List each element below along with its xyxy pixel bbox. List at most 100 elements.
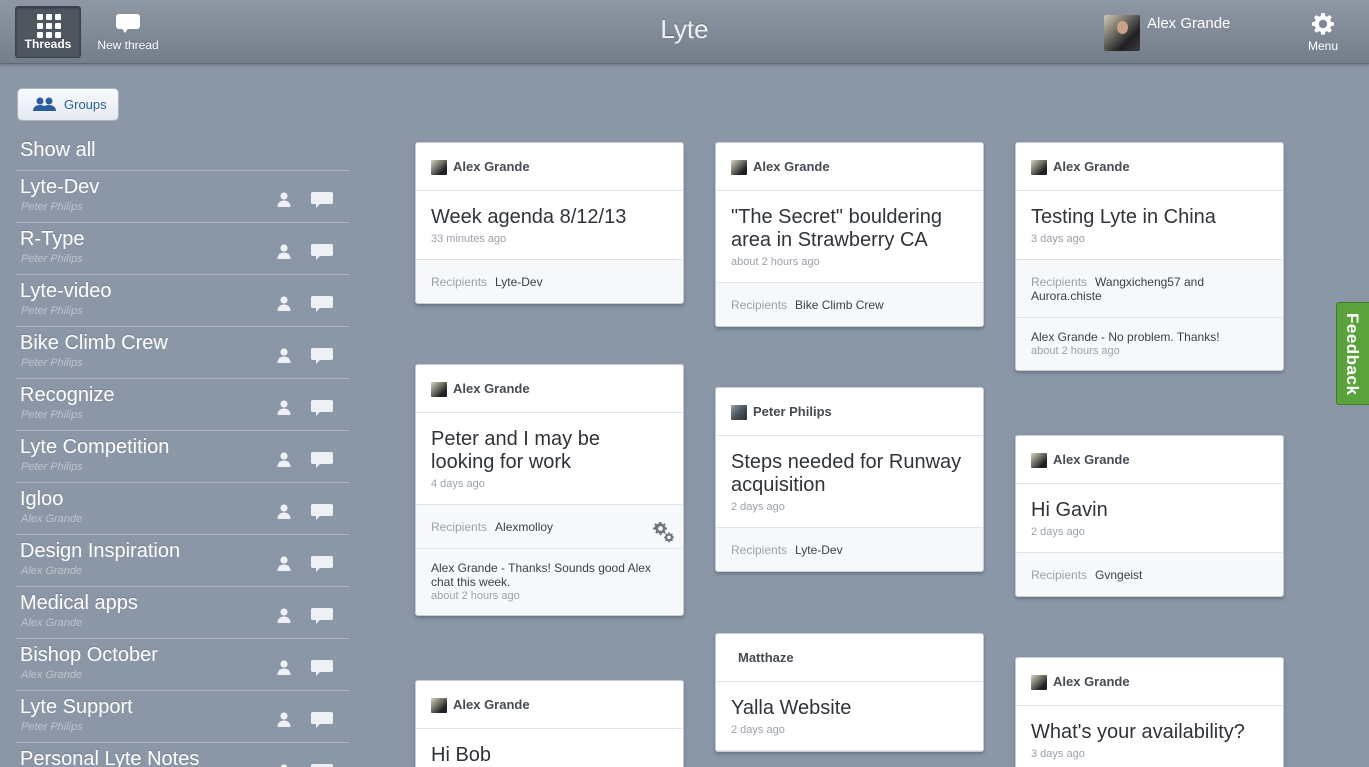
recipients-value: Bike Climb Crew	[795, 298, 884, 312]
last-message-time: about 2 hours ago	[1031, 345, 1120, 357]
group-item[interactable]: Lyte Competition Peter Philips	[16, 430, 349, 482]
groups-label: Groups	[64, 97, 107, 112]
card-header: Alex Grande	[416, 681, 683, 729]
feedback-label: Feedback	[1343, 313, 1362, 396]
group-item[interactable]: Recognize Peter Philips	[16, 378, 349, 430]
group-owner: Peter Philips	[21, 201, 83, 213]
group-name: Personal Lyte Notes	[20, 748, 200, 767]
group-item[interactable]: Bike Climb Crew Peter Philips	[16, 326, 349, 378]
card-title: Hi Bob	[431, 744, 492, 766]
card-header: Alex Grande	[416, 365, 683, 413]
group-item[interactable]: Personal Lyte Notes	[16, 742, 349, 767]
card-header: Alex Grande	[416, 143, 683, 191]
feedback-tab[interactable]: Feedback	[1336, 302, 1369, 405]
show-all-link[interactable]: Show all	[20, 139, 96, 162]
group-name: Lyte Competition	[20, 436, 170, 458]
chat-bubble-icon[interactable]	[311, 244, 333, 260]
group-owner: Peter Philips	[21, 253, 83, 265]
chat-bubble-icon[interactable]	[311, 504, 333, 520]
recipients-value: Lyte-Dev	[795, 543, 843, 557]
person-icon[interactable]	[276, 399, 292, 415]
group-item[interactable]: Design Inspiration Alex Grande	[16, 534, 349, 586]
recipients-label: Recipients	[431, 275, 488, 289]
group-owner: Peter Philips	[21, 721, 83, 733]
recipients-label: Recipients	[1031, 275, 1088, 289]
person-icon[interactable]	[276, 347, 292, 363]
group-owner: Alex Grande	[21, 669, 83, 681]
group-owner: Peter Philips	[21, 357, 83, 369]
card-time: 4 days ago	[431, 478, 485, 490]
card-recipients: Recipients Lyte-Dev	[416, 260, 683, 303]
group-item[interactable]: Lyte Support Peter Philips	[16, 690, 349, 742]
person-icon[interactable]	[276, 607, 292, 623]
settings-gears-icon[interactable]	[653, 521, 675, 543]
group-item[interactable]: Medical apps Alex Grande	[16, 586, 349, 638]
group-item[interactable]: R-Type Peter Philips	[16, 222, 349, 274]
recipients-value: Alexmolloy	[495, 520, 554, 534]
recipients-label: Recipients	[1031, 568, 1088, 582]
person-icon[interactable]	[276, 763, 292, 767]
person-icon[interactable]	[276, 295, 292, 311]
group-item[interactable]: Bishop October Alex Grande	[16, 638, 349, 690]
group-name: Lyte-Dev	[20, 176, 100, 198]
recipients-label: Recipients	[731, 543, 788, 557]
thread-card[interactable]: Alex Grande Testing Lyte in China 3 days…	[1015, 142, 1284, 371]
chat-bubble-icon[interactable]	[311, 296, 333, 312]
card-time: 3 days ago	[1031, 233, 1085, 245]
person-icon[interactable]	[276, 555, 292, 571]
group-owner: Peter Philips	[21, 409, 83, 421]
group-owner: Alex Grande	[21, 617, 83, 629]
chat-bubble-icon[interactable]	[311, 660, 333, 676]
card-author: Matthaze	[738, 650, 794, 665]
chat-bubble-icon[interactable]	[311, 556, 333, 572]
chat-bubble-icon[interactable]	[311, 712, 333, 728]
menu-button[interactable]: Menu	[1301, 12, 1345, 54]
groups-button[interactable]: Groups	[17, 88, 119, 121]
person-icon[interactable]	[276, 711, 292, 727]
group-list: Lyte-Dev Peter Philips R-Type Peter Phil…	[16, 170, 349, 767]
chat-bubble-icon[interactable]	[311, 192, 333, 208]
card-title: Hi Gavin	[1031, 499, 1108, 521]
chat-bubble-icon[interactable]	[311, 608, 333, 624]
author-avatar	[731, 160, 747, 175]
chat-bubble-icon[interactable]	[311, 400, 333, 416]
chat-bubble-icon[interactable]	[311, 348, 333, 364]
group-name: Bishop October	[20, 644, 158, 666]
person-icon[interactable]	[276, 243, 292, 259]
thread-card[interactable]: Alex Grande Hi Bob	[415, 680, 684, 767]
card-title: Steps needed for Runway acquisition	[731, 451, 962, 496]
card-last-message: Alex Grande - Thanks! Sounds good Alex c…	[416, 548, 683, 615]
person-icon[interactable]	[276, 451, 292, 467]
card-author: Alex Grande	[1053, 159, 1130, 174]
group-item[interactable]: Lyte-Dev Peter Philips	[16, 170, 349, 222]
group-item[interactable]: Igloo Alex Grande	[16, 482, 349, 534]
group-item[interactable]: Lyte-video Peter Philips	[16, 274, 349, 326]
thread-card[interactable]: Peter Philips Steps needed for Runway ac…	[715, 387, 984, 572]
card-author: Alex Grande	[1053, 674, 1130, 689]
thread-card[interactable]: Matthaze Yalla Website 2 days ago	[715, 633, 984, 752]
recipients-value: Gvngeist	[1095, 568, 1143, 582]
thread-card[interactable]: Alex Grande Hi Gavin 2 days ago Recipien…	[1015, 435, 1284, 597]
people-icon	[33, 97, 56, 111]
thread-card[interactable]: Alex Grande Peter and I may be looking f…	[415, 364, 684, 616]
group-owner: Peter Philips	[21, 305, 83, 317]
thread-card[interactable]: Alex Grande What's your availability? 3 …	[1015, 657, 1284, 767]
card-body: Hi Bob	[416, 729, 683, 767]
author-avatar	[431, 160, 447, 175]
card-title: What's your availability?	[1031, 721, 1245, 743]
card-body: Steps needed for Runway acquisition 2 da…	[716, 436, 983, 528]
card-header: Alex Grande	[1016, 658, 1283, 706]
person-icon[interactable]	[276, 191, 292, 207]
person-icon[interactable]	[276, 659, 292, 675]
person-icon[interactable]	[276, 503, 292, 519]
chat-bubble-icon[interactable]	[311, 452, 333, 468]
card-last-message: Alex Grande - No problem. Thanks! about …	[1016, 317, 1283, 370]
last-message-text: Alex Grande - No problem. Thanks!	[1031, 330, 1220, 344]
thread-card[interactable]: Alex Grande Week agenda 8/12/13 33 minut…	[415, 142, 684, 304]
card-author: Alex Grande	[1053, 452, 1130, 467]
author-avatar	[431, 382, 447, 397]
card-title: Yalla Website	[731, 697, 852, 719]
group-owner: Peter Philips	[21, 461, 83, 473]
thread-card[interactable]: Alex Grande "The Secret" bouldering area…	[715, 142, 984, 327]
card-author: Alex Grande	[453, 381, 530, 396]
